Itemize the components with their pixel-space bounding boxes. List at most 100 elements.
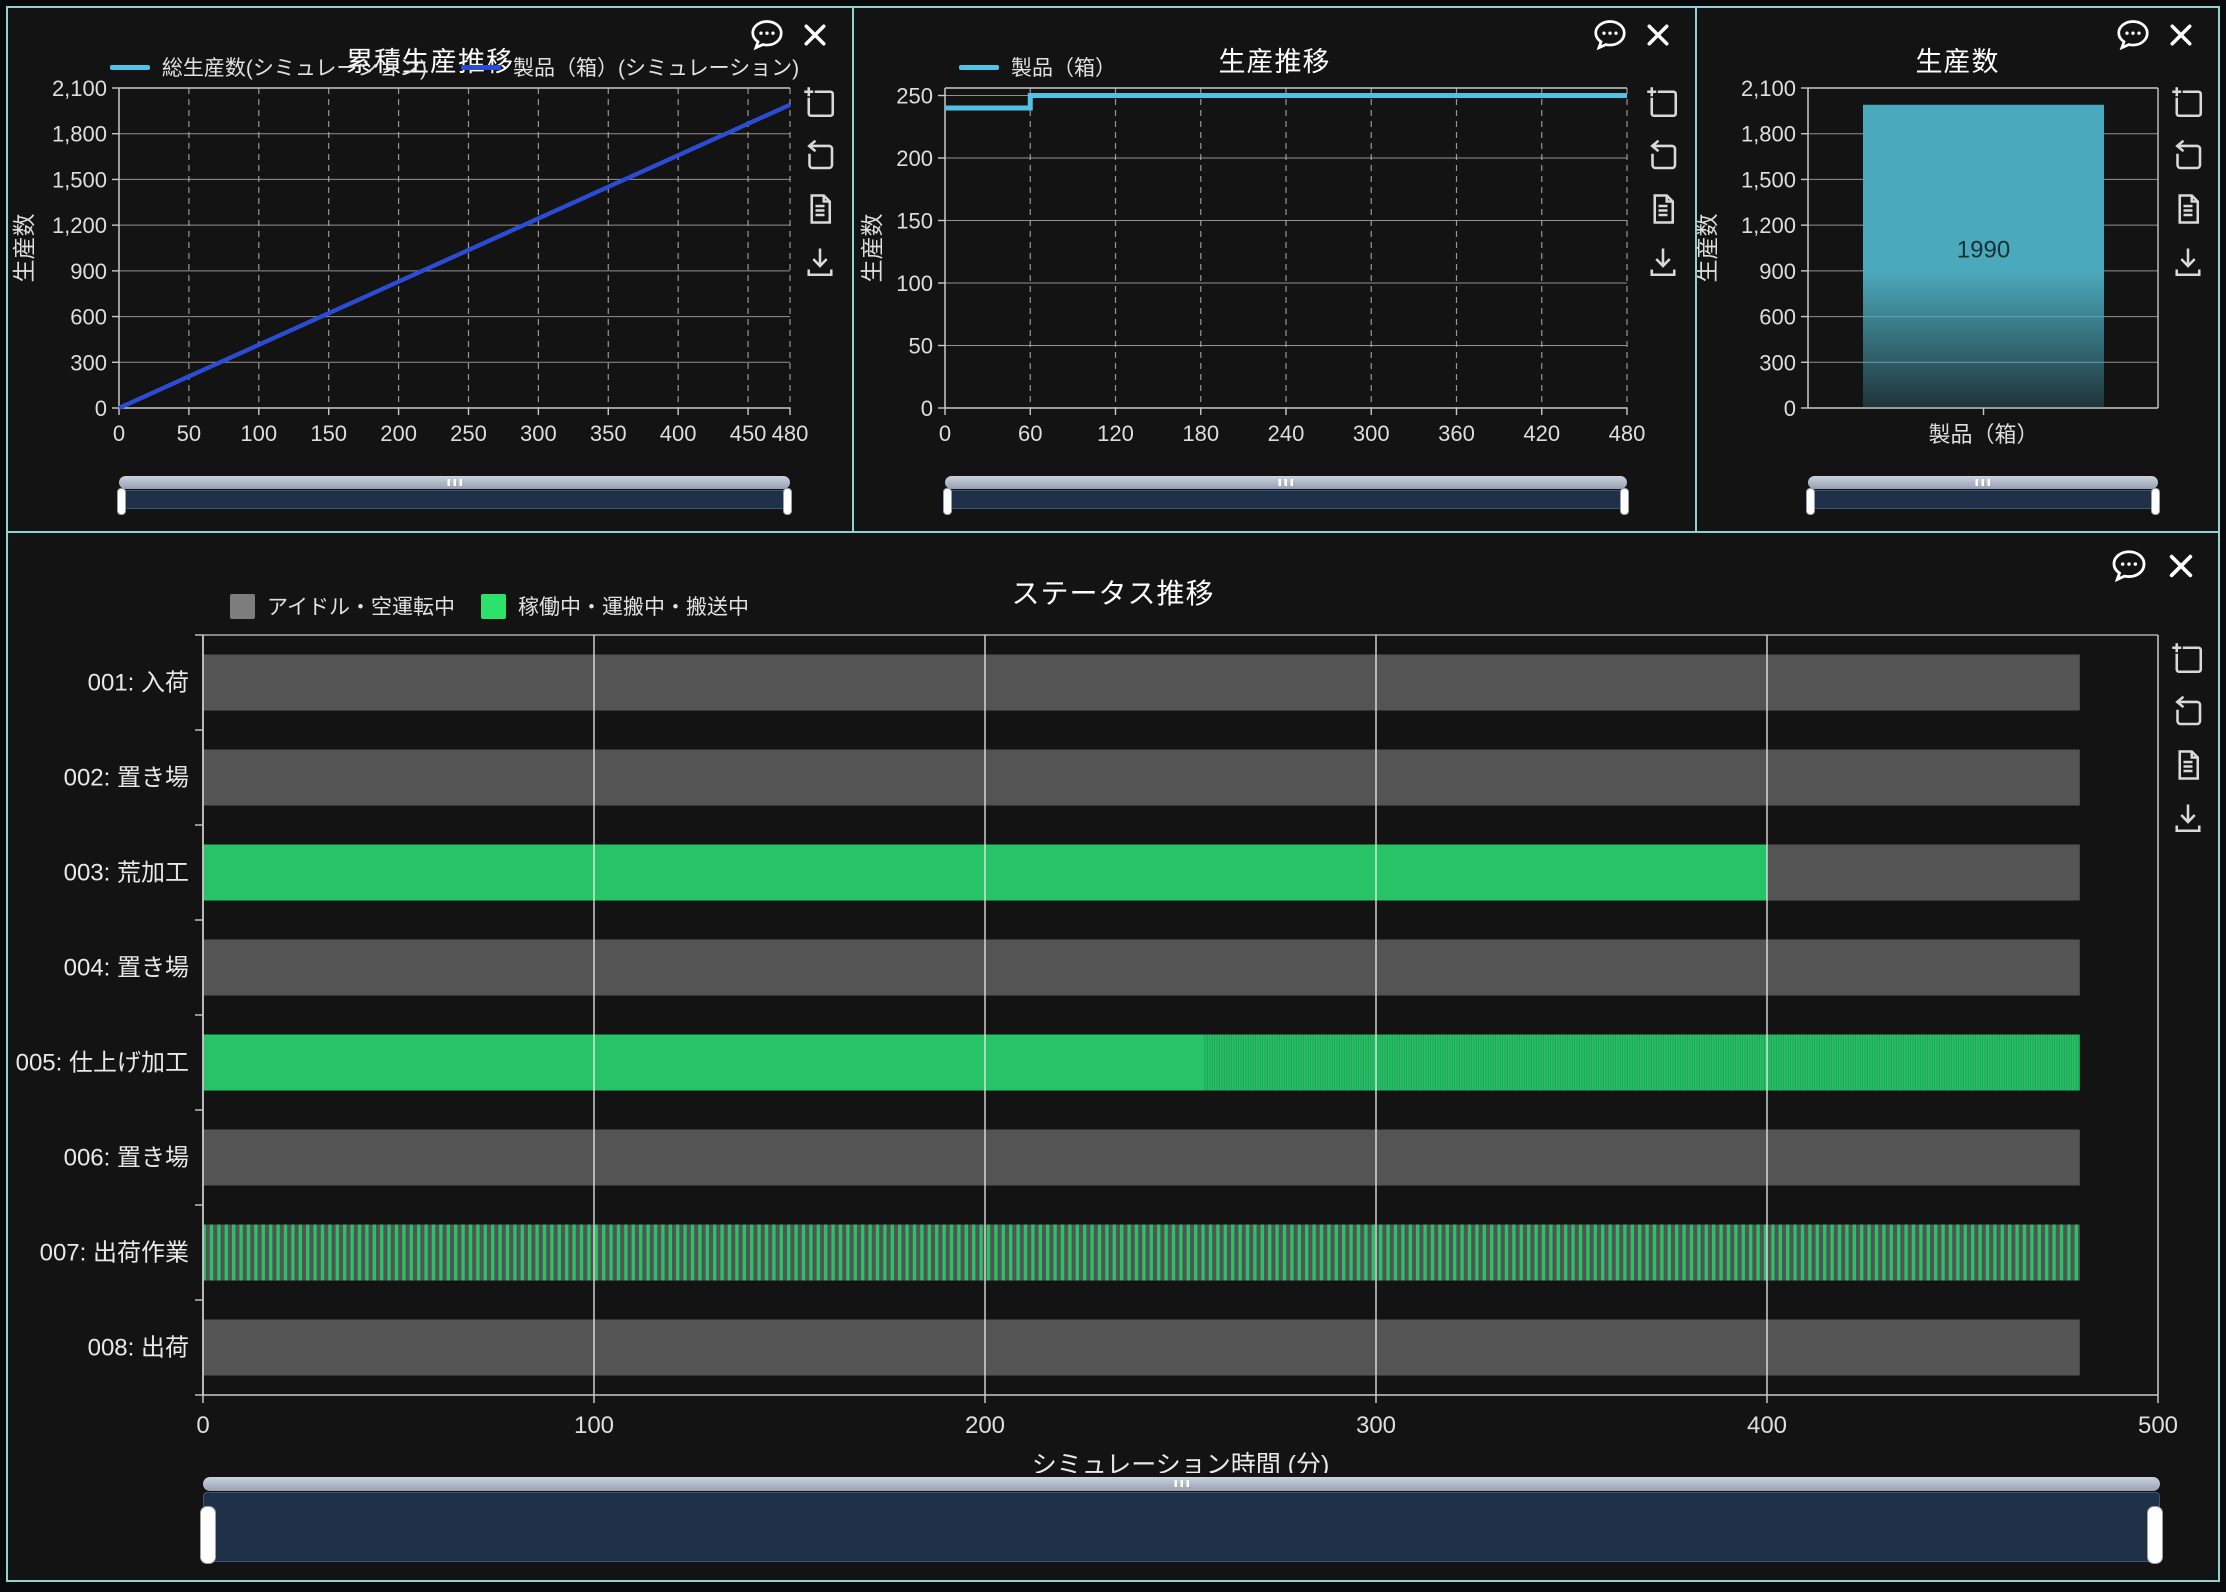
scrollbar-range[interactable] xyxy=(119,490,790,509)
reset-zoom-button[interactable] xyxy=(1645,138,1681,174)
status-segment[interactable] xyxy=(203,655,2080,711)
scrollbar-track[interactable] xyxy=(945,476,1627,489)
report-button[interactable] xyxy=(2170,191,2206,227)
svg-text:200: 200 xyxy=(896,146,933,171)
scrollbar-grip-dots xyxy=(1976,479,1991,486)
x-category-label: 製品（箱） xyxy=(1928,422,2038,447)
svg-text:2,100: 2,100 xyxy=(52,76,107,101)
range-handle-left[interactable] xyxy=(943,488,952,515)
status-segment[interactable] xyxy=(203,1320,2080,1376)
range-handle-right[interactable] xyxy=(2147,1506,2163,1564)
report-button[interactable] xyxy=(1645,191,1681,227)
row-label: 003: 荒加工 xyxy=(64,860,189,887)
zoom-area-button[interactable] xyxy=(802,85,838,121)
reset-zoom-button[interactable] xyxy=(802,138,838,174)
svg-text:200: 200 xyxy=(965,1412,1005,1439)
time-range-scrollbar[interactable] xyxy=(203,1477,2160,1562)
range-handle-right[interactable] xyxy=(1620,488,1629,515)
svg-text:1,500: 1,500 xyxy=(1741,167,1796,192)
svg-text:350: 350 xyxy=(590,421,627,446)
x-range-scrollbar[interactable] xyxy=(119,476,790,509)
status-segment[interactable] xyxy=(1204,1035,2080,1091)
svg-text:0: 0 xyxy=(921,396,933,421)
svg-text:200: 200 xyxy=(380,421,417,446)
panel-cumulative-production: 累積生産推移 総生産数(シミュレーション) xyxy=(8,8,854,531)
status-segment[interactable] xyxy=(203,1035,1204,1091)
svg-text:500: 500 xyxy=(2138,1412,2178,1439)
scrollbar-track[interactable] xyxy=(1808,476,2158,489)
panel-production-count: 生産数 03006009001,2001,5001,8002,1001990製品… xyxy=(1697,8,2218,531)
download-button[interactable] xyxy=(802,244,838,280)
range-handle-right[interactable] xyxy=(2151,488,2160,515)
download-button[interactable] xyxy=(2170,800,2206,836)
range-handle-left[interactable] xyxy=(1806,488,1815,515)
row-label: 008: 出荷 xyxy=(88,1335,189,1362)
zoom-area-icon xyxy=(802,85,838,121)
chart-toolbar xyxy=(1645,85,1681,280)
zoom-area-button[interactable] xyxy=(2170,641,2206,677)
row-label: 002: 置き場 xyxy=(64,765,189,792)
svg-text:60: 60 xyxy=(1018,421,1042,446)
download-icon xyxy=(802,244,838,280)
zoom-area-button[interactable] xyxy=(1645,85,1681,121)
svg-text:900: 900 xyxy=(1759,259,1796,284)
svg-text:1,200: 1,200 xyxy=(1741,213,1796,238)
count-bar-chart: 03006009001,2001,5001,8002,1001990製品（箱）生… xyxy=(1697,8,2218,465)
y-axis-title: 生産数 xyxy=(11,214,37,283)
range-handle-right[interactable] xyxy=(783,488,792,515)
scrollbar-track[interactable] xyxy=(203,1477,2160,1491)
status-segment[interactable] xyxy=(203,1225,2080,1281)
status-segment[interactable] xyxy=(203,750,2080,806)
reset-zoom-icon xyxy=(2170,694,2206,730)
download-icon xyxy=(2170,800,2206,836)
svg-text:480: 480 xyxy=(772,421,809,446)
svg-text:0: 0 xyxy=(113,421,125,446)
svg-text:360: 360 xyxy=(1438,421,1475,446)
reset-zoom-button[interactable] xyxy=(2170,694,2206,730)
y-axis-title: 生産数 xyxy=(859,214,885,283)
scrollbar-range[interactable] xyxy=(203,1492,2160,1562)
svg-text:450: 450 xyxy=(730,421,767,446)
status-segment[interactable] xyxy=(203,940,2080,996)
chart-count-svg: 03006009001,2001,5001,8002,1001990製品（箱）生… xyxy=(1697,8,2218,460)
report-button[interactable] xyxy=(2170,747,2206,783)
chart-toolbar xyxy=(2170,641,2206,836)
row-label: 007: 出荷作業 xyxy=(40,1240,189,1267)
svg-text:150: 150 xyxy=(310,421,347,446)
scrollbar-range[interactable] xyxy=(945,490,1627,509)
range-handle-left[interactable] xyxy=(200,1506,216,1564)
reset-zoom-button[interactable] xyxy=(2170,138,2206,174)
svg-text:0: 0 xyxy=(95,396,107,421)
row-label: 006: 置き場 xyxy=(64,1145,189,1172)
status-segment[interactable] xyxy=(203,1130,2080,1186)
svg-text:240: 240 xyxy=(1268,421,1305,446)
x-range-scrollbar[interactable] xyxy=(1808,476,2158,509)
download-button[interactable] xyxy=(1645,244,1681,280)
scrollbar-track[interactable] xyxy=(119,476,790,489)
y-axis-title: 生産数 xyxy=(1697,214,1720,283)
x-range-scrollbar[interactable] xyxy=(945,476,1627,509)
chart-status-svg: 001: 入荷002: 置き場003: 荒加工004: 置き場005: 仕上げ加… xyxy=(8,533,2218,1473)
svg-text:1,800: 1,800 xyxy=(1741,122,1796,147)
status-segment[interactable] xyxy=(1767,845,2080,901)
svg-text:0: 0 xyxy=(1784,396,1796,421)
scrollbar-range[interactable] xyxy=(1808,490,2158,509)
zoom-area-icon xyxy=(2170,641,2206,677)
download-button[interactable] xyxy=(2170,244,2206,280)
chart-cumulative-svg: 03006009001,2001,5001,8002,1000501001502… xyxy=(8,8,852,460)
svg-text:120: 120 xyxy=(1097,421,1134,446)
status-gantt-chart: 001: 入荷002: 置き場003: 荒加工004: 置き場005: 仕上げ加… xyxy=(8,533,2218,1478)
dashboard: 累積生産推移 総生産数(シミュレーション) xyxy=(0,0,2226,1592)
svg-text:300: 300 xyxy=(70,350,107,375)
svg-text:420: 420 xyxy=(1523,421,1560,446)
zoom-area-button[interactable] xyxy=(2170,85,2206,121)
row-label: 005: 仕上げ加工 xyxy=(16,1050,189,1077)
svg-text:300: 300 xyxy=(520,421,557,446)
range-handle-left[interactable] xyxy=(117,488,126,515)
svg-text:1,500: 1,500 xyxy=(52,167,107,192)
svg-text:100: 100 xyxy=(240,421,277,446)
report-button[interactable] xyxy=(802,191,838,227)
svg-text:600: 600 xyxy=(1759,305,1796,330)
svg-text:1,200: 1,200 xyxy=(52,213,107,238)
panel-production-rate: 生産推移 製品（箱） 050100150200250060120 xyxy=(854,8,1697,531)
